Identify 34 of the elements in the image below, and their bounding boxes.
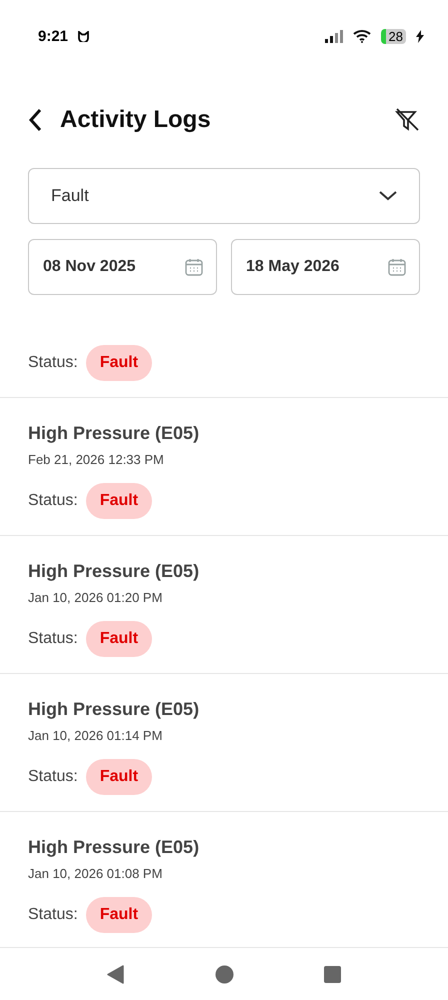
chevron-down-icon [379, 191, 397, 201]
log-timestamp: Jan 10, 2026 01:20 PM [28, 590, 164, 605]
status-badge: Fault [86, 759, 152, 795]
calendar-icon [184, 257, 204, 277]
log-title: High Pressure (E05) [28, 699, 200, 720]
wifi-icon [352, 29, 371, 43]
log-timestamp: Feb 21, 2026 12:33 PM [28, 452, 165, 467]
status-label: Status: [28, 906, 78, 924]
status-badge: Fault [86, 483, 152, 519]
status-label: Status: [28, 492, 78, 510]
home-icon[interactable] [215, 964, 234, 984]
status-badge: Fault [86, 621, 152, 657]
clock-time: 9:21 [38, 28, 68, 44]
status-dropdown[interactable]: Fault [28, 168, 420, 224]
date-field[interactable]: 08 Nov 2025 [28, 239, 217, 295]
log-timestamp: Jan 10, 2026 01:08 PM [28, 866, 164, 881]
status-badge: Fault [86, 897, 152, 933]
log-title: High Pressure (E05) [28, 561, 200, 582]
log-title: High Pressure (E05) [28, 837, 200, 858]
log-timestamp: Jan 10, 2026 01:14 PM [28, 728, 164, 743]
status-label: Status: [28, 630, 78, 648]
calendar-icon [387, 257, 407, 277]
back-icon[interactable] [107, 964, 125, 984]
signal-icon [324, 30, 343, 42]
log-title: High Pressure (E05) [28, 423, 200, 444]
notification-icon [78, 30, 90, 42]
status-label: Status: [28, 354, 78, 372]
battery-level: 28 [380, 28, 406, 44]
page-title: Activity Logs [60, 106, 212, 134]
status-badge: Fault [86, 345, 152, 381]
status-label: Status: [28, 768, 78, 786]
charging-icon [416, 30, 424, 42]
date-field[interactable]: 18 May 2026 [231, 239, 420, 295]
recents-icon[interactable] [324, 966, 341, 982]
